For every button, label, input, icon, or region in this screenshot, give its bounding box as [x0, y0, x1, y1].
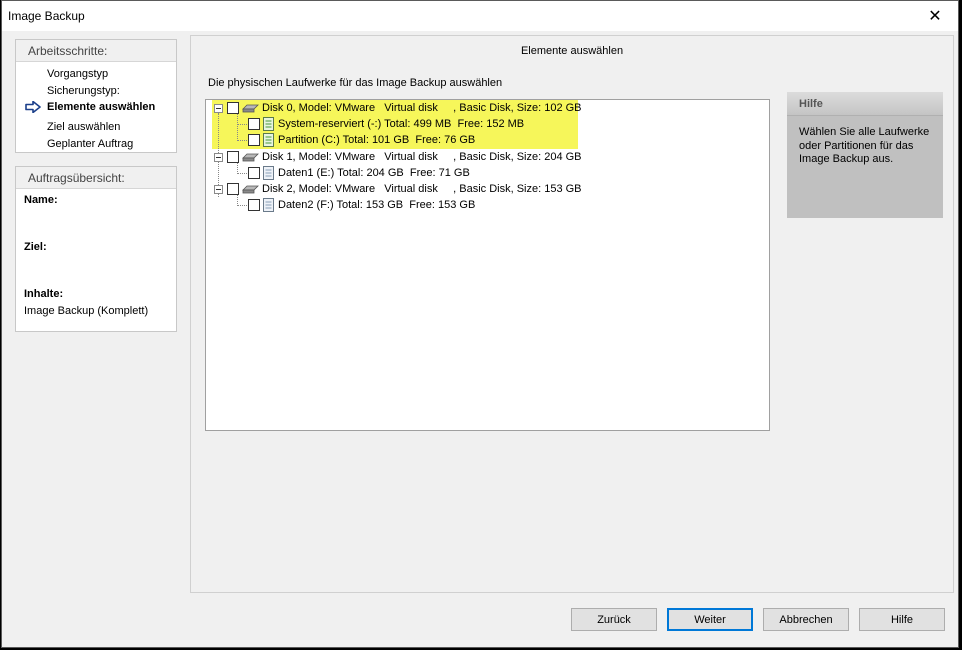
hard-disk-icon	[242, 153, 259, 162]
step-item-vorgangstyp: Vorgangstyp	[47, 68, 109, 80]
help-header-label: Hilfe	[799, 98, 823, 110]
partition-label: Daten2 (F:) Total: 153 GB Free: 153 GB	[278, 199, 476, 211]
step-item-ziel-auswaehlen: Ziel auswählen	[47, 121, 121, 133]
partition-icon	[263, 198, 274, 212]
collapse-icon[interactable]	[214, 103, 223, 113]
partition-label: Partition (C:) Total: 101 GB Free: 76 GB	[278, 134, 476, 146]
hard-disk-icon	[242, 185, 259, 194]
step-item-geplanter-auftrag: Geplanter Auftrag	[47, 138, 134, 150]
tree-row-partition[interactable]: System-reserviert (-:) Total: 499 MB Fre…	[248, 116, 524, 132]
summary-header-label: Auftragsübersicht:	[28, 171, 125, 185]
partition-checkbox[interactable]	[248, 167, 260, 179]
help-header: Hilfe	[787, 92, 943, 116]
disk-checkbox[interactable]	[227, 102, 239, 114]
step-item-elemente-auswaehlen: Elemente auswählen	[47, 101, 156, 113]
close-icon[interactable]: ✕	[912, 1, 958, 31]
tree-line	[237, 140, 247, 141]
summary-header: Auftragsübersicht:	[16, 167, 176, 189]
partition-checkbox[interactable]	[248, 199, 260, 211]
collapse-icon[interactable]	[214, 152, 223, 162]
drive-tree[interactable]: Disk 0, Model: VMware Virtual disk , Bas…	[205, 99, 770, 431]
partition-icon	[263, 133, 274, 147]
disk-label: Disk 2, Model: VMware Virtual disk , Bas…	[262, 183, 582, 195]
tree-row-disk[interactable]: Disk 0, Model: VMware Virtual disk , Bas…	[214, 100, 582, 116]
tree-line	[237, 124, 247, 125]
summary-panel: Auftragsübersicht: Name: Ziel: Inhalte: …	[15, 166, 177, 332]
summary-contents-label: Inhalte:	[24, 288, 64, 300]
main-panel: Elemente auswählen Die physischen Laufwe…	[190, 35, 954, 593]
disk-checkbox[interactable]	[227, 151, 239, 163]
partition-checkbox[interactable]	[248, 118, 260, 130]
help-panel: Hilfe Wählen Sie alle Laufwerke oder Par…	[787, 92, 943, 218]
instruction-text: Die physischen Laufwerke für das Image B…	[208, 77, 503, 89]
tree-line	[237, 205, 247, 206]
partition-icon	[263, 166, 274, 180]
tree-row-partition[interactable]: Daten2 (F:) Total: 153 GB Free: 153 GB	[248, 197, 475, 213]
tree-line	[237, 113, 238, 141]
title-bar: Image Backup ✕	[2, 1, 958, 31]
window-title: Image Backup	[8, 9, 85, 23]
partition-icon	[263, 117, 274, 131]
summary-contents-value: Image Backup (Komplett)	[24, 305, 149, 317]
back-button[interactable]: Zurück	[571, 608, 657, 631]
next-button[interactable]: Weiter	[667, 608, 753, 631]
tree-row-partition[interactable]: Partition (C:) Total: 101 GB Free: 76 GB	[248, 132, 475, 148]
tree-row-disk[interactable]: Disk 1, Model: VMware Virtual disk , Bas…	[214, 149, 582, 165]
cancel-button[interactable]: Abbrechen	[763, 608, 849, 631]
hard-disk-icon	[242, 104, 259, 113]
partition-label: Daten1 (E:) Total: 204 GB Free: 71 GB	[278, 167, 470, 179]
tree-row-disk[interactable]: Disk 2, Model: VMware Virtual disk , Bas…	[214, 181, 582, 197]
steps-header-label: Arbeitsschritte:	[28, 44, 108, 58]
image-backup-window: Image Backup ✕ Arbeitsschritte: Vorgangs…	[1, 0, 959, 648]
steps-panel: Arbeitsschritte: Vorgangstyp Sicherungst…	[15, 39, 177, 153]
disk-label: Disk 1, Model: VMware Virtual disk , Bas…	[262, 151, 582, 163]
disk-checkbox[interactable]	[227, 183, 239, 195]
summary-target-label: Ziel:	[24, 241, 47, 253]
tree-line	[237, 173, 247, 174]
help-text: Wählen Sie alle Laufwerke oder Partition…	[799, 126, 930, 165]
disk-label: Disk 0, Model: VMware Virtual disk , Bas…	[262, 102, 582, 114]
current-step-arrow-icon	[25, 101, 41, 113]
help-button[interactable]: Hilfe	[859, 608, 945, 631]
collapse-icon[interactable]	[214, 184, 223, 194]
step-item-sicherungstyp: Sicherungstyp:	[47, 85, 120, 97]
summary-name-label: Name:	[24, 194, 58, 206]
partition-label: System-reserviert (-:) Total: 499 MB Fre…	[278, 118, 525, 130]
partition-checkbox[interactable]	[248, 134, 260, 146]
page-title: Elemente auswählen	[520, 45, 624, 57]
tree-row-partition[interactable]: Daten1 (E:) Total: 204 GB Free: 71 GB	[248, 165, 470, 181]
steps-header: Arbeitsschritte:	[16, 40, 176, 62]
